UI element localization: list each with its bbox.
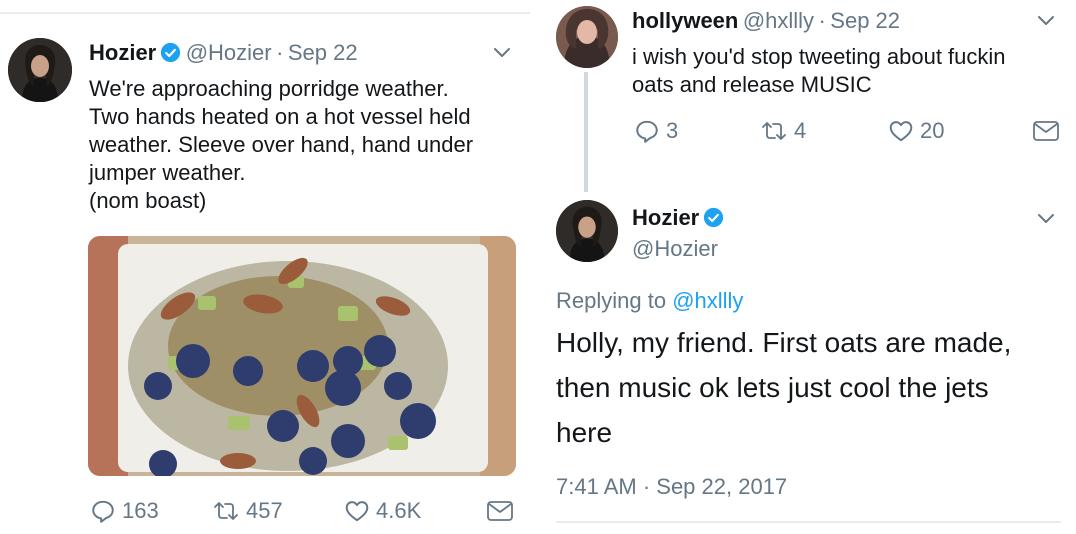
main-tweet-text: Holly, my friend. First oats are made, t…	[556, 327, 1012, 448]
retweet-action[interactable]: 457	[212, 498, 283, 524]
like-count: 20	[920, 118, 945, 143]
tweet-date[interactable]: Sep 22	[830, 8, 900, 33]
main-tweet-author: Hozier	[632, 205, 724, 231]
author-name[interactable]: Hozier	[89, 40, 156, 65]
tweet-timestamp[interactable]: 7:41 AM · Sep 22, 2017	[556, 474, 787, 500]
author-name[interactable]: Hozier	[632, 205, 699, 230]
like-icon	[345, 501, 369, 522]
author-handle[interactable]: @Hozier	[632, 236, 718, 262]
author-handle[interactable]: @Hozier	[186, 40, 272, 65]
retweet-icon	[762, 122, 786, 140]
like-icon	[889, 121, 913, 142]
replying-prefix: Replying to	[556, 288, 667, 313]
meta-separator: ·	[276, 40, 284, 65]
porridge-photo[interactable]	[88, 236, 516, 476]
hollyween-avatar[interactable]	[556, 6, 618, 68]
verified-badge-icon	[161, 42, 181, 63]
top-divider	[0, 12, 530, 14]
verified-badge-icon	[704, 207, 724, 228]
author-handle[interactable]: @hxllly	[743, 8, 814, 33]
replying-to: Replying to @hxllly	[556, 288, 743, 314]
retweet-icon	[214, 502, 238, 520]
reply-count: 3	[666, 118, 679, 143]
reply-icon	[92, 500, 114, 523]
reply-tweet-text: i wish you'd stop tweeting about fuckin …	[632, 44, 1006, 97]
like-action[interactable]: 20	[888, 118, 944, 144]
reply-icon	[636, 120, 658, 143]
reply-action[interactable]: 3	[634, 118, 678, 144]
reply-count: 163	[122, 498, 159, 523]
meta-separator: ·	[818, 8, 826, 33]
author-name[interactable]: hollyween	[632, 8, 738, 33]
thread-line	[584, 72, 588, 192]
retweet-count: 4	[794, 118, 807, 143]
chevron-down-icon[interactable]	[1034, 8, 1058, 32]
like-action[interactable]: 4.6K	[344, 498, 421, 524]
left-tweet-header: Hozier @Hozier · Sep 22	[89, 40, 358, 66]
reply-tweet-header: hollyween @hxllly · Sep 22	[632, 8, 900, 34]
reply-action[interactable]: 163	[90, 498, 159, 524]
like-count: 4.6K	[376, 498, 422, 523]
retweet-action[interactable]: 4	[760, 118, 806, 144]
left-tweet-text: We're approaching porridge weather. Two …	[89, 76, 474, 213]
tweet-date[interactable]: Sep 22	[288, 40, 358, 65]
chevron-down-icon[interactable]	[490, 40, 514, 64]
chevron-down-icon[interactable]	[1034, 206, 1058, 230]
retweet-count: 457	[246, 498, 283, 523]
hozier-avatar[interactable]	[556, 200, 618, 262]
hozier-avatar[interactable]	[8, 38, 72, 102]
message-icon[interactable]	[486, 499, 514, 523]
replying-handle-link[interactable]: @hxllly	[672, 288, 743, 313]
bottom-divider	[556, 521, 1061, 523]
message-icon[interactable]	[1032, 119, 1060, 143]
